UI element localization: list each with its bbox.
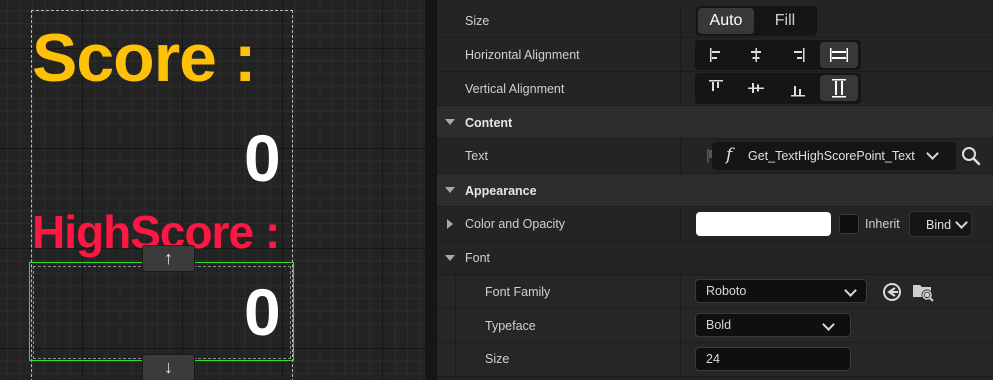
- appearance-section-label: Appearance: [465, 184, 537, 198]
- typeface-value: Bold: [706, 318, 732, 332]
- typeface-label: Typeface: [485, 319, 536, 333]
- horizontal-alignment-label: Horizontal Alignment: [465, 48, 580, 62]
- move-up-button[interactable]: ↑: [142, 245, 195, 272]
- highscore-value-text[interactable]: 0: [244, 272, 281, 352]
- row-divider: [680, 72, 681, 105]
- align-middle-icon[interactable]: [737, 75, 775, 101]
- font-size-row: Size 24: [437, 343, 993, 377]
- browse-asset-icon[interactable]: [911, 281, 935, 303]
- color-opacity-row: Color and Opacity Inherit Bind: [437, 207, 993, 242]
- align-fill-vertical-icon[interactable]: [820, 75, 858, 101]
- size-auto-button[interactable]: Auto: [698, 8, 754, 34]
- typeface-row: Typeface Bold: [437, 309, 993, 343]
- appearance-section-header[interactable]: Appearance: [437, 174, 993, 207]
- arrow-down-icon: ↓: [164, 357, 173, 377]
- chevron-down-icon: [844, 284, 857, 297]
- content-section-header[interactable]: Content: [437, 106, 993, 139]
- row-divider: [680, 139, 681, 173]
- indent-guide: [455, 309, 456, 342]
- inherit-checkbox[interactable]: [839, 214, 859, 234]
- typeface-dropdown[interactable]: Bold: [695, 313, 851, 337]
- text-binding-dropdown[interactable]: f Get_TextHighScorePoint_Text: [712, 142, 956, 170]
- align-top-icon[interactable]: [697, 75, 735, 101]
- inherit-label: Inherit: [865, 217, 900, 231]
- indent-guide: [455, 343, 456, 376]
- size-toggle: Auto Fill: [696, 6, 817, 36]
- align-bottom-icon[interactable]: [779, 75, 817, 101]
- align-center-icon[interactable]: [737, 42, 775, 68]
- chevron-down-icon: [926, 147, 939, 160]
- chevron-right-icon[interactable]: [447, 219, 453, 229]
- move-down-button[interactable]: ↓: [142, 354, 195, 380]
- color-swatch[interactable]: [696, 212, 831, 236]
- details-panel: Size Auto Fill Horizontal Alignment Vert…: [437, 0, 993, 380]
- horizontal-alignment-toggle: [695, 40, 861, 70]
- font-family-row: Font Family Roboto: [437, 275, 993, 309]
- row-divider: [680, 4, 681, 37]
- chevron-down-icon: [955, 216, 968, 229]
- vertical-alignment-row: Vertical Alignment: [437, 72, 993, 106]
- bind-label: Bind: [926, 218, 952, 232]
- function-icon: f: [726, 145, 733, 165]
- chevron-down-icon: [445, 255, 455, 261]
- score-label-text[interactable]: Score :: [32, 18, 257, 98]
- row-divider: [680, 309, 681, 342]
- row-divider: [680, 275, 681, 308]
- font-size-label: Size: [485, 352, 510, 366]
- align-fill-icon[interactable]: [820, 42, 858, 68]
- search-icon[interactable]: [961, 146, 981, 166]
- bind-button[interactable]: Bind: [909, 211, 972, 237]
- font-family-value: Roboto: [706, 284, 747, 298]
- font-row[interactable]: Font: [437, 242, 993, 275]
- arrow-up-icon: ↑: [164, 248, 173, 268]
- align-left-icon[interactable]: [697, 42, 735, 68]
- size-label: Size: [465, 14, 490, 28]
- font-label: Font: [465, 251, 491, 265]
- chevron-down-icon: [822, 318, 835, 331]
- align-right-icon[interactable]: [779, 42, 817, 68]
- chevron-down-icon: [445, 119, 455, 125]
- indent-guide: [455, 275, 456, 308]
- vertical-alignment-toggle: [695, 73, 861, 104]
- text-label: Text: [465, 149, 488, 163]
- vertical-alignment-label: Vertical Alignment: [465, 82, 565, 96]
- row-divider: [680, 38, 681, 71]
- font-family-label: Font Family: [485, 285, 551, 299]
- color-opacity-label: Color and Opacity: [465, 217, 566, 231]
- font-size-input[interactable]: 24: [695, 347, 851, 371]
- panel-splitter[interactable]: [425, 0, 437, 380]
- text-row: Text f Get_TextHighScorePoint_Text: [437, 139, 993, 174]
- chevron-down-icon: [445, 187, 455, 193]
- browse-back-icon[interactable]: [881, 281, 903, 303]
- row-divider: [680, 207, 681, 241]
- horizontal-alignment-row: Horizontal Alignment: [437, 38, 993, 72]
- content-section-label: Content: [465, 116, 513, 130]
- designer-canvas[interactable]: Score : 0 HighScore : 0 ↑ ↓: [0, 0, 425, 380]
- font-size-value: 24: [706, 352, 720, 366]
- size-fill-button[interactable]: Fill: [756, 8, 814, 34]
- text-binding-value: Get_TextHighScorePoint_Text: [748, 149, 915, 163]
- score-value-text[interactable]: 0: [244, 118, 281, 198]
- font-family-dropdown[interactable]: Roboto: [695, 279, 867, 303]
- row-divider: [680, 343, 681, 376]
- size-row: Size Auto Fill: [437, 4, 993, 38]
